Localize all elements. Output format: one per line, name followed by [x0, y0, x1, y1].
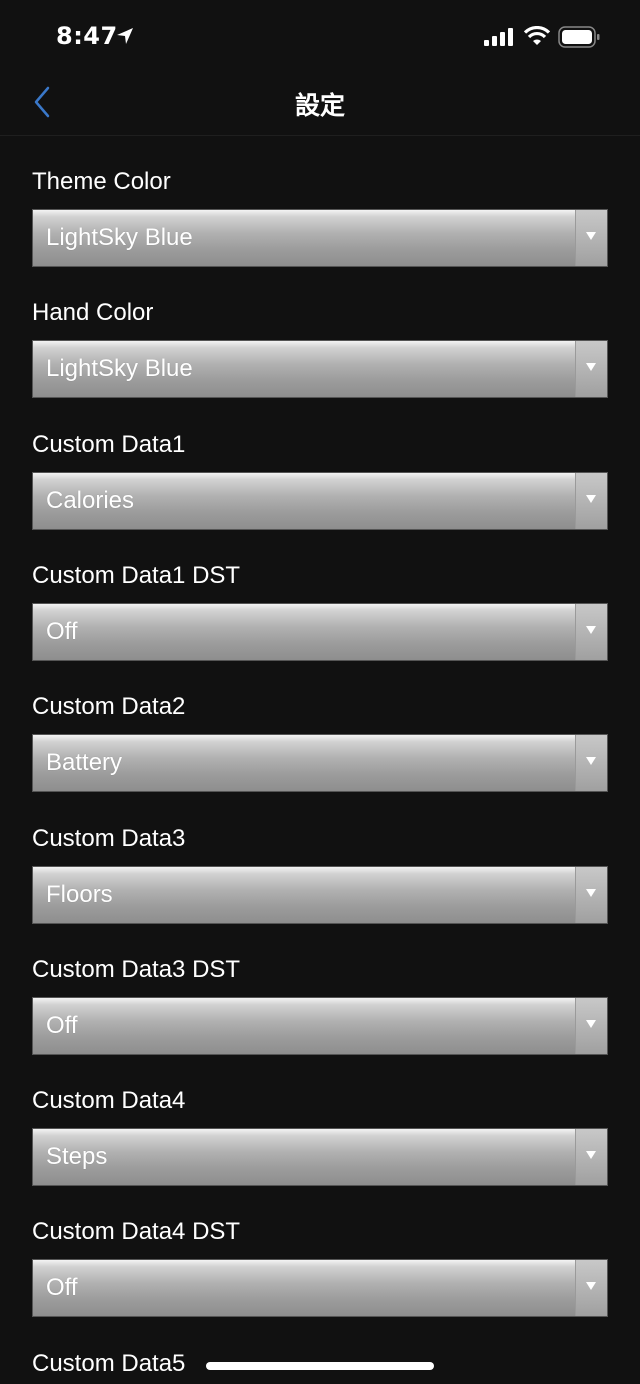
- select-value: Calories: [46, 486, 135, 514]
- setting-label: Custom Data5: [32, 1349, 186, 1377]
- home-indicator[interactable]: [206, 1362, 434, 1370]
- custom-data1-dst-select[interactable]: Off: [32, 602, 608, 661]
- dropdown-arrow-icon[interactable]: [575, 997, 607, 1054]
- status-bar: 8:47: [0, 0, 640, 70]
- select-value: Battery: [46, 749, 123, 777]
- setting-label: Custom Data1: [32, 430, 186, 458]
- nav-bar: 設定: [0, 70, 640, 136]
- setting-label: Custom Data1 DST: [32, 561, 241, 589]
- dropdown-arrow-icon[interactable]: [575, 341, 607, 398]
- select-value: Off: [46, 1274, 78, 1302]
- dropdown-arrow-icon[interactable]: [575, 210, 607, 266]
- setting-label: Theme Color: [32, 168, 171, 195]
- setting-label: Custom Data2: [32, 693, 186, 721]
- select-value: Floors: [46, 880, 113, 908]
- theme-color-select[interactable]: LightSky Blue: [32, 209, 608, 267]
- status-time: 8:47: [56, 22, 118, 50]
- page-title: 設定: [294, 91, 345, 120]
- select-value: LightSky Blue: [46, 355, 193, 383]
- hand-color-select[interactable]: LightSky Blue: [32, 340, 608, 399]
- dropdown-arrow-icon[interactable]: [575, 472, 607, 529]
- setting-label: Custom Data4 DST: [32, 1218, 241, 1246]
- dropdown-arrow-icon[interactable]: [575, 866, 607, 923]
- dropdown-arrow-icon[interactable]: [575, 1260, 607, 1317]
- wifi-icon: [524, 26, 550, 45]
- select-value: LightSky Blue: [46, 224, 193, 251]
- custom-data4-dst-select[interactable]: Off: [32, 1259, 608, 1318]
- custom-data3-dst-select[interactable]: Off: [32, 996, 608, 1055]
- select-value: Off: [46, 1011, 78, 1039]
- signal-icon: [484, 28, 513, 46]
- custom-data1-select[interactable]: Calories: [32, 471, 608, 530]
- setting-label: Custom Data3: [32, 824, 186, 852]
- custom-data4-select[interactable]: Steps: [32, 1128, 608, 1187]
- select-value: Off: [46, 617, 78, 645]
- battery-icon: [558, 26, 600, 48]
- dropdown-arrow-icon[interactable]: [575, 735, 607, 792]
- dropdown-arrow-icon[interactable]: [575, 1129, 607, 1186]
- location-arrow-icon: [117, 28, 133, 44]
- setting-label: Hand Color: [32, 299, 154, 327]
- setting-label: Custom Data4: [32, 1087, 186, 1115]
- setting-label: Custom Data3 DST: [32, 955, 241, 983]
- dropdown-arrow-icon[interactable]: [575, 603, 607, 660]
- custom-data2-select[interactable]: Battery: [32, 734, 608, 793]
- select-value: Steps: [46, 1143, 108, 1171]
- custom-data3-select[interactable]: Floors: [32, 865, 608, 924]
